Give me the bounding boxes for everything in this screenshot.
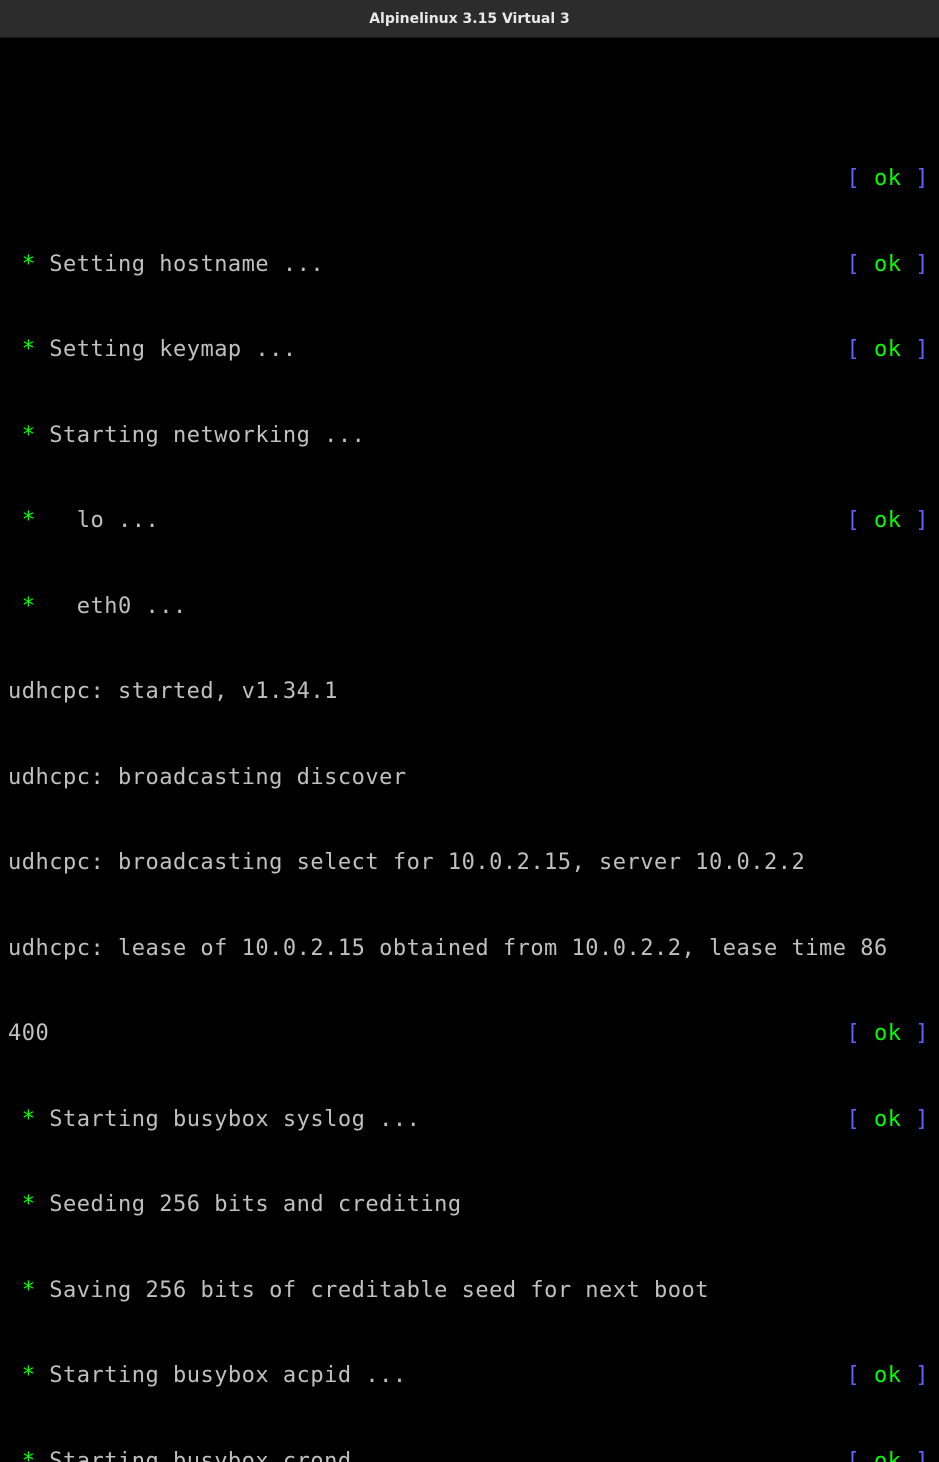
- status-ok: [ ok ]: [847, 336, 932, 365]
- status-ok: [ ok ]: [847, 1106, 932, 1135]
- boot-line-crond: * Starting busybox crond ... [ ok ]: [8, 1448, 931, 1462]
- boot-line-seeding: * Seeding 256 bits and crediting: [8, 1191, 931, 1220]
- udhcpc-line: udhcpc: broadcasting select for 10.0.2.1…: [8, 849, 931, 878]
- boot-line-hostname: * Setting hostname ... [ ok ]: [8, 251, 931, 280]
- status-ok: [ ok ]: [847, 1448, 932, 1462]
- status-ok: [ ok ]: [847, 251, 932, 280]
- boot-line-syslog: * Starting busybox syslog ... [ ok ]: [8, 1106, 931, 1135]
- status-ok: [ ok ]: [847, 1020, 932, 1049]
- udhcpc-line: udhcpc: started, v1.34.1: [8, 678, 931, 707]
- boot-line-eth0: * eth0 ...: [8, 593, 931, 622]
- window-titlebar: Alpinelinux 3.15 Virtual 3: [0, 0, 939, 38]
- udhcpc-line: udhcpc: lease of 10.0.2.15 obtained from…: [8, 935, 931, 964]
- status-ok: [ ok ]: [847, 165, 932, 194]
- status-ok: [ ok ]: [847, 1362, 932, 1391]
- status-ok: [ ok ]: [847, 507, 932, 536]
- boot-line-keymap: * Setting keymap ... [ ok ]: [8, 336, 931, 365]
- boot-line-lo: * lo ... [ ok ]: [8, 507, 931, 536]
- boot-line-saving: * Saving 256 bits of creditable seed for…: [8, 1277, 931, 1306]
- boot-line-networking: * Starting networking ...: [8, 422, 931, 451]
- udhcpc-line-wrap: 400 [ ok ]: [8, 1020, 931, 1049]
- boot-line-acpid: * Starting busybox acpid ... [ ok ]: [8, 1362, 931, 1391]
- boot-line-status-only: [ ok ]: [8, 165, 931, 194]
- udhcpc-line: udhcpc: broadcasting discover: [8, 764, 931, 793]
- window-title: Alpinelinux 3.15 Virtual 3: [369, 11, 570, 27]
- terminal-output[interactable]: [ ok ] * Setting hostname ... [ ok ] * S…: [0, 38, 939, 1462]
